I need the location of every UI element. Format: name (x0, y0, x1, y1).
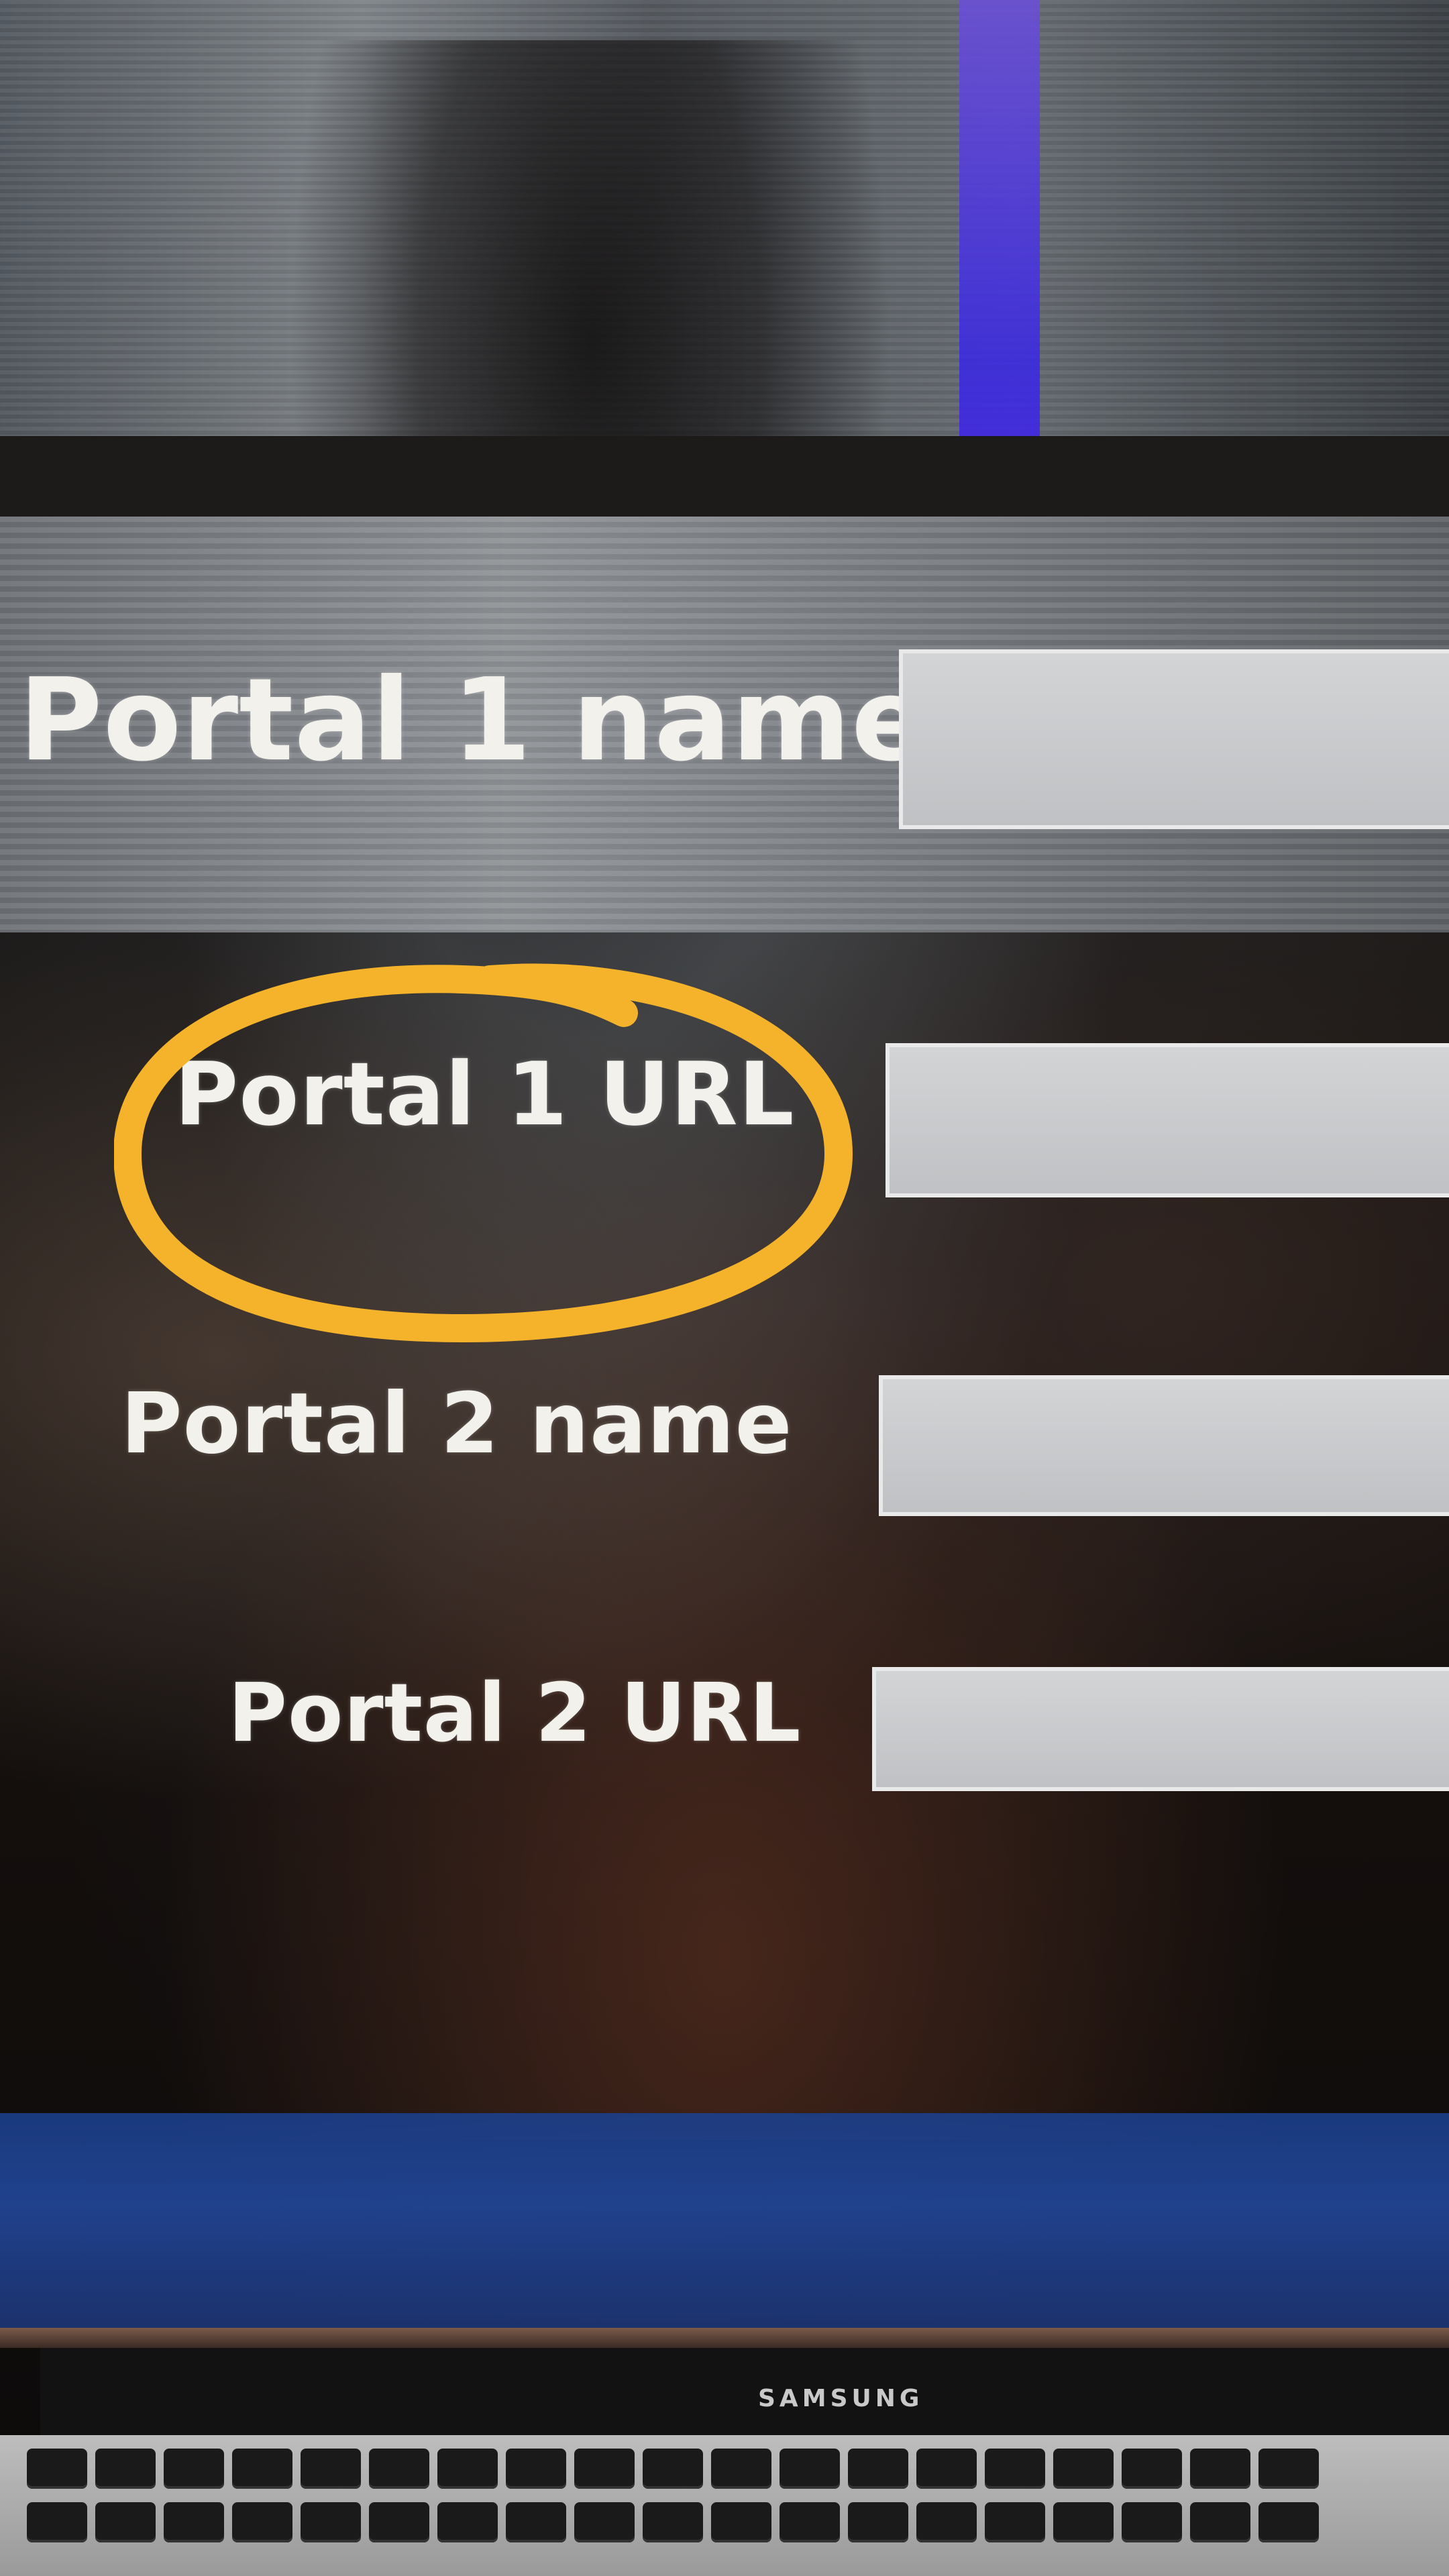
keyboard-key (164, 2449, 224, 2489)
dark-band (0, 436, 1449, 517)
keyboard-key (1122, 2502, 1182, 2542)
keyboard-key (164, 2502, 224, 2542)
keyboard-key (1190, 2502, 1250, 2542)
keyboard-key (780, 2502, 840, 2542)
keyboard-row (27, 2502, 1422, 2542)
portal2-url-label: Portal 2 URL (228, 1667, 802, 1760)
keyboard-key (574, 2502, 635, 2542)
keyboard-row (27, 2449, 1422, 2489)
portal1-name-input[interactable] (899, 649, 1449, 829)
keyboard-key (848, 2502, 908, 2542)
photo-of-screen: Portal 1 name Portal 1 URL Portal 2 name… (0, 0, 1449, 2576)
keyboard-key (301, 2502, 361, 2542)
portal2-name-input[interactable] (879, 1375, 1449, 1516)
screen-bottom-reflection (0, 2113, 1449, 2341)
keyboard-key (643, 2449, 703, 2489)
keyboard-key (27, 2502, 87, 2542)
keyboard-key (985, 2449, 1045, 2489)
portal1-url-label: Portal 1 URL (174, 1043, 795, 1145)
keyboard-key (506, 2449, 566, 2489)
keyboard-key (916, 2502, 977, 2542)
keyboard (0, 2435, 1449, 2576)
keyboard-key (848, 2449, 908, 2489)
keyboard-key (95, 2502, 156, 2542)
keyboard-key (574, 2449, 635, 2489)
keyboard-key (711, 2449, 771, 2489)
keyboard-key (916, 2449, 977, 2489)
keyboard-key (1258, 2502, 1319, 2542)
keyboard-key (711, 2502, 771, 2542)
keyboard-key (301, 2449, 361, 2489)
keyboard-key (232, 2449, 292, 2489)
keyboard-key (437, 2449, 498, 2489)
keyboard-key (1053, 2449, 1114, 2489)
keyboard-key (985, 2502, 1045, 2542)
keyboard-key (369, 2449, 429, 2489)
keyboard-key (506, 2502, 566, 2542)
keyboard-key (369, 2502, 429, 2542)
keyboard-key (1190, 2449, 1250, 2489)
keyboard-key (1122, 2449, 1182, 2489)
keyboard-key (643, 2502, 703, 2542)
portal2-name-label: Portal 2 name (121, 1375, 793, 1472)
portal1-name-label: Portal 1 name (19, 654, 930, 787)
keyboard-key (95, 2449, 156, 2489)
keyboard-key (437, 2502, 498, 2542)
monitor-brand-logo: SAMSUNG (758, 2385, 924, 2412)
keyboard-key (1258, 2449, 1319, 2489)
keyboard-key (232, 2502, 292, 2542)
keyboard-key (1053, 2502, 1114, 2542)
portal2-url-input[interactable] (872, 1667, 1449, 1791)
monitor-edge (0, 2328, 1449, 2348)
keyboard-key (27, 2449, 87, 2489)
portal1-url-input[interactable] (885, 1043, 1449, 1197)
monitor-bezel (40, 2348, 1449, 2435)
keyboard-key (780, 2449, 840, 2489)
